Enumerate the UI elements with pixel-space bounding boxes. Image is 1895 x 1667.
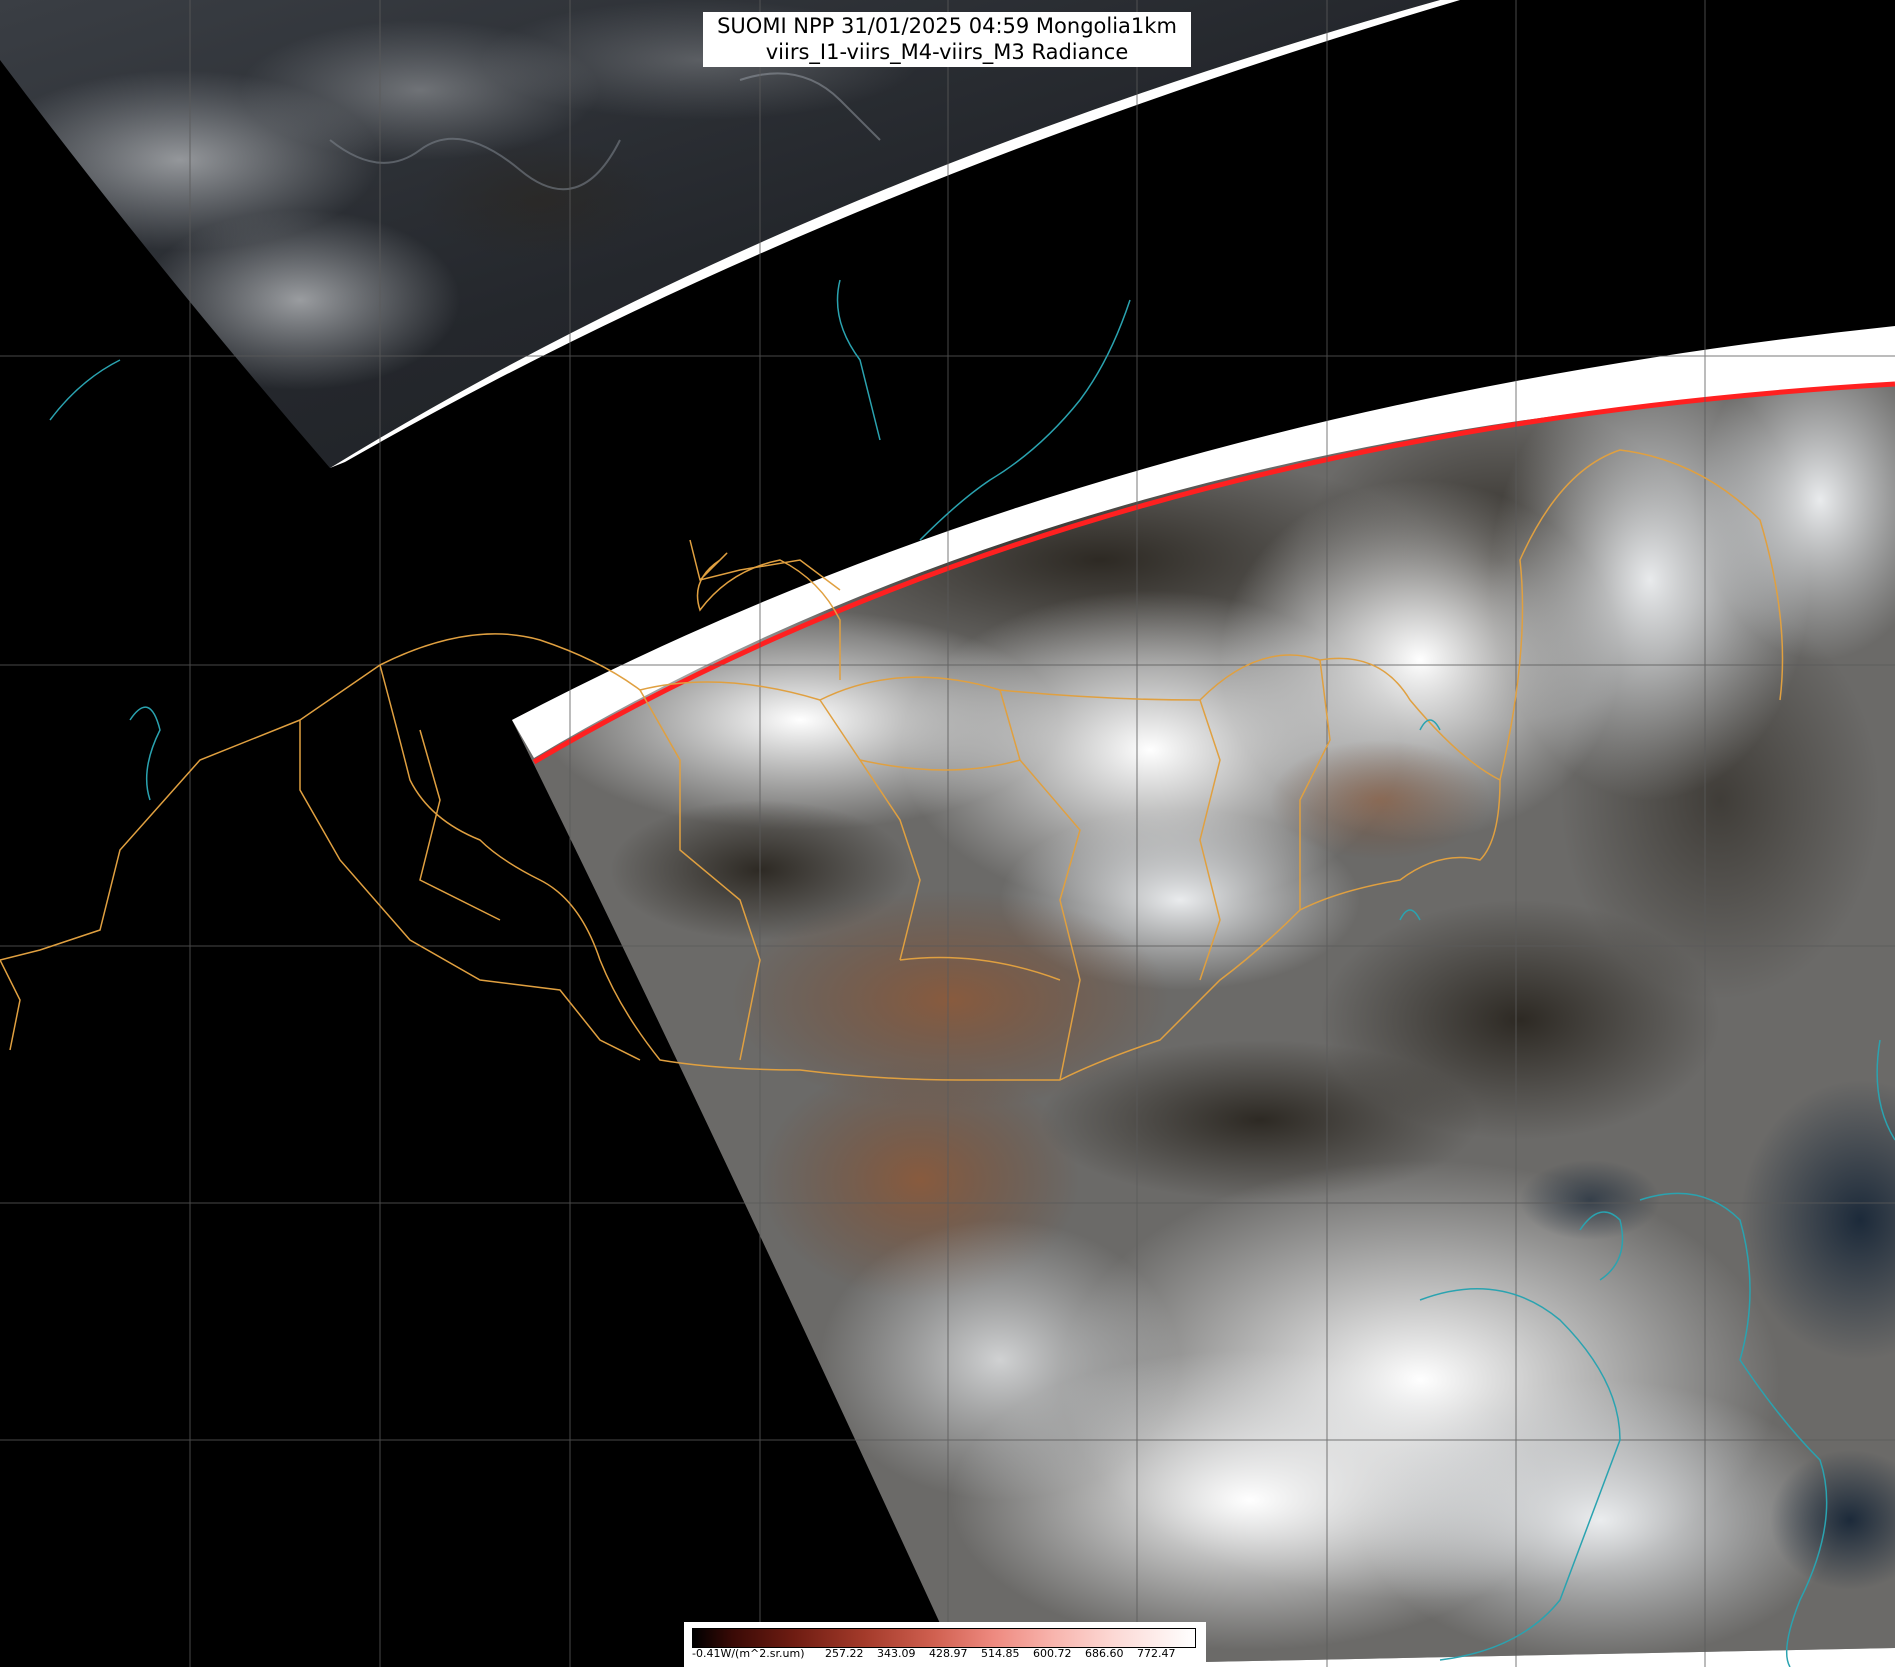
colorbar-tick-3: 428.97 (929, 1647, 968, 1660)
colorbar-tick-0: -0.41W/(m^2.sr.um) (692, 1647, 805, 1660)
colorbar-tick-6: 686.60 (1085, 1647, 1124, 1660)
colorbar-legend: -0.41W/(m^2.sr.um) 257.22 343.09 428.97 … (684, 1622, 1206, 1667)
colorbar-tick-5: 600.72 (1033, 1647, 1072, 1660)
title-line-2: viirs_I1-viirs_M4-viirs_M3 Radiance (765, 40, 1129, 64)
image-title: SUOMI NPP 31/01/2025 04:59 Mongolia1km v… (703, 12, 1191, 67)
colorbar-tick-2: 343.09 (877, 1647, 916, 1660)
colorbar-gradient (692, 1628, 1196, 1648)
colorbar-tick-4: 514.85 (981, 1647, 1020, 1660)
colorbar-tick-1: 257.22 (825, 1647, 864, 1660)
title-line-1: SUOMI NPP 31/01/2025 04:59 Mongolia1km (717, 14, 1177, 38)
colorbar-tick-7: 772.47 (1137, 1647, 1176, 1660)
colorbar-ticks: -0.41W/(m^2.sr.um) 257.22 343.09 428.97 … (692, 1647, 1194, 1665)
satellite-map (0, 0, 1895, 1667)
